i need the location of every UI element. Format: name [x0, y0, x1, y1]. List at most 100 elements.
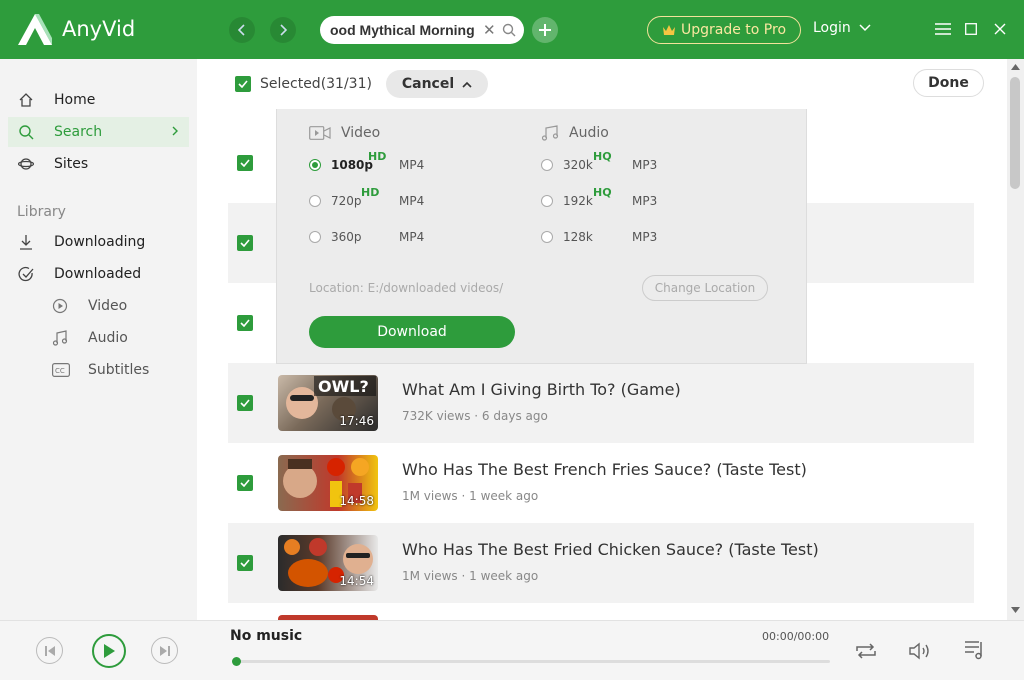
video-option-360p[interactable]: 360p MP4: [309, 230, 424, 244]
progress-knob[interactable]: [232, 657, 241, 666]
download-location: Location: E:/downloaded videos/: [309, 281, 504, 295]
video-title[interactable]: Who Has The Best French Fries Sauce? (Ta…: [402, 460, 807, 479]
repeat-button[interactable]: [853, 639, 879, 663]
radio-button[interactable]: [309, 231, 321, 243]
video-meta: 1M views · 1 week ago: [402, 569, 539, 583]
playlist-button[interactable]: [962, 637, 988, 663]
playback-time: 00:00/00:00: [762, 630, 830, 643]
clear-search-icon[interactable]: ✕: [483, 21, 496, 39]
search-input[interactable]: ood Mythical Morning: [330, 22, 484, 38]
select-all[interactable]: Selected(31/31): [235, 76, 372, 92]
sidebar-item-label: Downloading: [54, 234, 146, 250]
chevron-down-icon: [859, 24, 871, 32]
sidebar-item-label: Home: [54, 92, 96, 108]
music-note-icon: [52, 330, 68, 346]
list-item[interactable]: [228, 603, 974, 620]
repeat-icon: [856, 643, 876, 659]
planet-icon: [18, 158, 34, 170]
scroll-thumb[interactable]: [1010, 77, 1020, 189]
play-button[interactable]: [92, 634, 126, 668]
add-button[interactable]: [532, 17, 558, 43]
video-thumbnail[interactable]: OWL? 17:46: [278, 375, 378, 431]
playlist-icon: [965, 641, 982, 660]
row-checkbox[interactable]: [237, 155, 253, 171]
volume-button[interactable]: [907, 639, 933, 663]
sidebar-item-search[interactable]: Search: [8, 117, 189, 147]
selection-toolbar: Selected(31/31) Cancel Done: [197, 59, 1007, 109]
hq-badge: HQ: [593, 150, 612, 163]
done-button[interactable]: Done: [913, 69, 984, 97]
sidebar-item-downloaded[interactable]: Downloaded: [8, 259, 189, 289]
maximize-icon: [965, 23, 977, 35]
checkmark-icon: [238, 80, 248, 88]
download-button[interactable]: Download: [309, 316, 515, 348]
row-checkbox[interactable]: [237, 235, 253, 251]
app-logo: AnyVid: [16, 12, 135, 46]
change-location-button[interactable]: Change Location: [642, 275, 768, 301]
video-thumbnail[interactable]: 14:54: [278, 535, 378, 591]
scroll-down-icon[interactable]: [1011, 607, 1020, 613]
sidebar-item-video[interactable]: Video: [52, 292, 127, 320]
video-thumbnail[interactable]: 14:58: [278, 455, 378, 511]
scrollbar[interactable]: [1007, 59, 1024, 620]
sidebar-item-sites[interactable]: Sites: [8, 149, 189, 179]
radio-button[interactable]: [541, 159, 553, 171]
row-checkbox[interactable]: [237, 395, 253, 411]
chevron-right-icon: [280, 24, 288, 36]
forward-button[interactable]: [270, 17, 296, 43]
radio-button[interactable]: [309, 159, 321, 171]
close-icon: [994, 23, 1006, 35]
radio-button[interactable]: [541, 231, 553, 243]
row-checkbox[interactable]: [237, 555, 253, 571]
list-item[interactable]: 14:58 Who Has The Best French Fries Sauc…: [228, 443, 974, 523]
audio-option-192k[interactable]: 192k HQ MP3: [541, 186, 657, 208]
previous-button[interactable]: [36, 637, 63, 664]
library-heading: Library: [17, 204, 66, 220]
search-icon: [19, 125, 34, 140]
crown-icon: [662, 25, 675, 35]
audio-option-128k[interactable]: 128k MP3: [541, 230, 657, 244]
cancel-button[interactable]: Cancel: [386, 70, 488, 98]
sidebar: Home Search Sites Library Downloading Do…: [0, 59, 197, 620]
search-box[interactable]: ood Mythical Morning ✕: [320, 16, 524, 44]
sidebar-item-home[interactable]: Home: [8, 85, 189, 115]
video-title[interactable]: What Am I Giving Birth To? (Game): [402, 380, 681, 399]
checkmark-icon: [240, 159, 250, 167]
now-playing-title: No music: [230, 628, 303, 644]
video-option-720p[interactable]: 720p HD MP4: [309, 186, 425, 208]
download-icon: [20, 235, 32, 250]
row-checkbox[interactable]: [237, 315, 253, 331]
scroll-up-icon[interactable]: [1011, 64, 1020, 70]
sidebar-item-downloading[interactable]: Downloading: [8, 227, 189, 257]
menu-button[interactable]: [932, 18, 954, 40]
list-item[interactable]: 14:54 Who Has The Best Fried Chicken Sau…: [228, 523, 974, 603]
radio-button[interactable]: [309, 195, 321, 207]
next-button[interactable]: [151, 637, 178, 664]
format-label: MP4: [399, 194, 425, 208]
sidebar-item-label: Search: [54, 124, 103, 140]
search-icon[interactable]: [502, 23, 516, 37]
thumbnail-badge: OWL?: [318, 377, 369, 396]
row-checkbox[interactable]: [237, 475, 253, 491]
close-button[interactable]: [989, 18, 1011, 40]
login-menu[interactable]: Login: [813, 20, 871, 36]
check-circle-icon: [18, 266, 34, 282]
video-option-1080p[interactable]: 1080p HD MP4: [309, 150, 424, 172]
radio-button[interactable]: [541, 195, 553, 207]
progress-bar[interactable]: [232, 657, 830, 666]
select-all-checkbox[interactable]: [235, 76, 251, 92]
back-button[interactable]: [229, 17, 255, 43]
upgrade-button[interactable]: Upgrade to Pro: [647, 16, 801, 44]
sidebar-item-subtitles[interactable]: CC Subtitles: [52, 356, 149, 384]
video-meta: 732K views · 6 days ago: [402, 409, 548, 423]
video-title[interactable]: Who Has The Best Fried Chicken Sauce? (T…: [402, 540, 819, 559]
sidebar-item-audio[interactable]: Audio: [52, 324, 128, 352]
svg-text:CC: CC: [55, 367, 65, 375]
checkmark-icon: [240, 319, 250, 327]
list-item[interactable]: OWL? 17:46 What Am I Giving Birth To? (G…: [228, 363, 974, 443]
chevron-right-icon: [172, 126, 178, 136]
duration-label: 17:46: [339, 414, 374, 428]
audio-option-320k[interactable]: 320k HQ MP3: [541, 150, 657, 172]
checkmark-icon: [240, 479, 250, 487]
maximize-button[interactable]: [960, 18, 982, 40]
